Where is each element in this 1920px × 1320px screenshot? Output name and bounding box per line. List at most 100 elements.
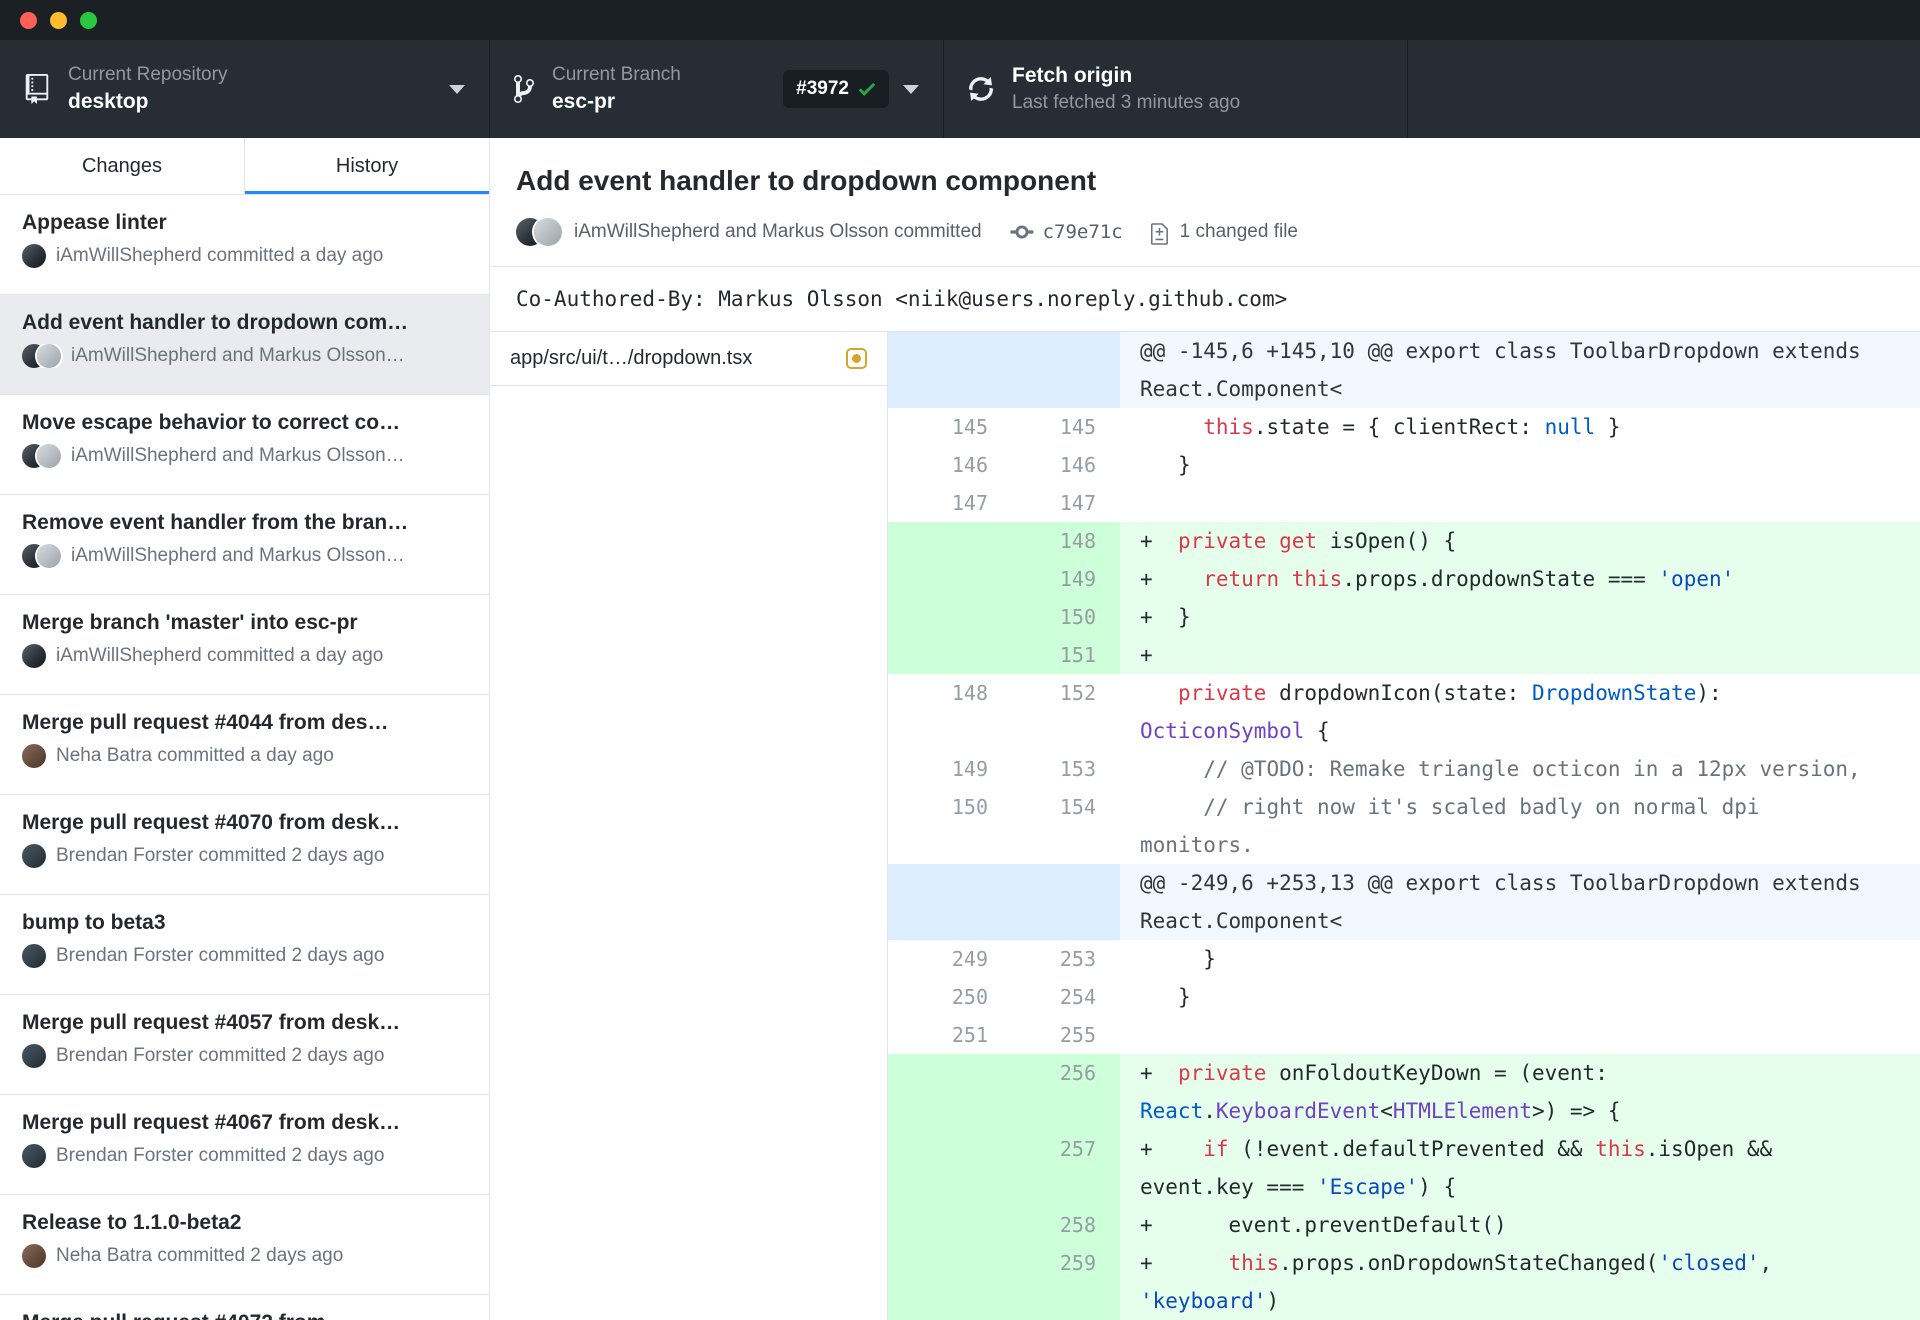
- avatar: [22, 1244, 46, 1268]
- line-number-new: 254: [1059, 985, 1096, 1009]
- line-number-old: [888, 636, 1008, 674]
- commit-item-byline-text: Brendan Forster committed 2 days ago: [56, 845, 385, 866]
- changed-files-panel: app/src/ui/t…/dropdown.tsx: [490, 332, 888, 1320]
- author-avatars: [22, 644, 46, 668]
- commit-item-title: Merge pull request #4070 from desk…: [22, 811, 401, 834]
- author-avatars: [22, 1244, 46, 1268]
- diff-code: + if (!event.defaultPrevented && this.is…: [1120, 1130, 1920, 1206]
- close-button[interactable]: [20, 11, 37, 29]
- diff-code: private dropdownIcon(state: DropdownStat…: [1140, 681, 1735, 743]
- avatar: [37, 544, 61, 568]
- diff-code: }: [1152, 947, 1216, 971]
- commit-list-item[interactable]: Appease linter iAmWillShepherd committed …: [0, 195, 489, 295]
- author-avatars: [22, 944, 46, 968]
- line-number-old: 149: [951, 757, 988, 781]
- diff-line: 257 + if (!event.defaultPrevented && this…: [888, 1130, 1920, 1206]
- avatar: [22, 1144, 46, 1168]
- commit-list-item[interactable]: Merge branch 'master' into esc-pr iAmWill…: [0, 595, 489, 695]
- tab-changes[interactable]: Changes: [0, 138, 244, 194]
- minimize-button[interactable]: [50, 11, 67, 29]
- line-number-new: 148: [1008, 522, 1120, 560]
- commit-list-item[interactable]: Merge pull request #4070 from desk… Brend…: [0, 795, 489, 895]
- commit-item-title: Remove event handler from the bran…: [22, 511, 409, 534]
- diff-code: +: [1120, 636, 1920, 674]
- commit-list-item[interactable]: Remove event handler from the bran… iAmWi…: [0, 495, 489, 595]
- avatar: [22, 244, 46, 268]
- diff-code: + private onFoldoutKeyDown = (event: Rea…: [1120, 1054, 1920, 1130]
- diff-line: 149 153 // @TODO: Remake triangle octicon…: [888, 750, 1920, 788]
- check-icon: [858, 82, 876, 96]
- author-avatars: [22, 844, 46, 868]
- line-number-new: [1008, 864, 1120, 940]
- line-number-old: [888, 1206, 1008, 1244]
- commit-list-item[interactable]: Merge pull request #4067 from desk… Brend…: [0, 1095, 489, 1195]
- diff-line: 149 + return this.props.dropdownState ===…: [888, 560, 1920, 598]
- commit-item-byline: iAmWillShepherd and Markus Olsson…: [22, 544, 465, 568]
- diff-code: [1120, 1016, 1920, 1054]
- commit-item-byline: Brendan Forster committed 2 days ago: [22, 1044, 465, 1068]
- pr-number: #3972: [796, 78, 849, 99]
- zoom-button[interactable]: [80, 11, 97, 29]
- diff-line: 150 154 // right now it's scaled badly on…: [888, 788, 1920, 864]
- line-number-old: 250: [951, 985, 988, 1009]
- repository-name: desktop: [68, 90, 149, 113]
- commit-item-byline: Brendan Forster committed 2 days ago: [22, 844, 465, 868]
- diff-view[interactable]: @@ -145,6 +145,10 @@ export class Toolba…: [888, 332, 1920, 1320]
- line-number-old: [888, 332, 1008, 408]
- commit-list-item[interactable]: Add event handler to dropdown com… iAmWil…: [0, 295, 489, 395]
- line-number-new: [1008, 332, 1120, 408]
- commit-item-title: Add event handler to dropdown com…: [22, 311, 409, 334]
- line-number-old: 145: [951, 415, 988, 439]
- diff-code: + }: [1120, 598, 1920, 636]
- commit-item-byline: Brendan Forster committed 2 days ago: [22, 1144, 465, 1168]
- commit-list-item[interactable]: Move escape behavior to correct co… iAmWi…: [0, 395, 489, 495]
- commit-item-title: Merge pull request #4057 from desk…: [22, 1011, 401, 1034]
- commit-list-item[interactable]: Merge pull request #4072 from…: [0, 1295, 489, 1320]
- commit-item-title: Merge pull request #4072 from…: [22, 1310, 465, 1320]
- commit-item-byline-text: Brendan Forster committed 2 days ago: [56, 1045, 385, 1066]
- commit-detail-pane: Add event handler to dropdown component …: [490, 138, 1920, 1320]
- diff-code: + this.props.onDropdownStateChanged('clo…: [1120, 1244, 1920, 1320]
- diff-line: 146 146 }: [888, 446, 1920, 484]
- commit-history-list[interactable]: Appease linter iAmWillShepherd committed …: [0, 195, 489, 1320]
- commit-item-title: Merge branch 'master' into esc-pr: [22, 611, 358, 634]
- commit-list-item[interactable]: Merge pull request #4057 from desk… Brend…: [0, 995, 489, 1095]
- github-desktop-window: Current Repository desktop Current Branc…: [0, 0, 1920, 1320]
- line-number-new: 253: [1059, 947, 1096, 971]
- diff-code: + private get isOpen() {: [1120, 522, 1920, 560]
- line-number-new: 255: [1059, 1023, 1096, 1047]
- line-number-old: [888, 522, 1008, 560]
- author-avatars: [516, 218, 562, 246]
- repository-label: Current Repository: [68, 64, 228, 85]
- line-number-new: 152: [1059, 681, 1096, 705]
- line-number-new: 259: [1008, 1244, 1120, 1320]
- line-number-old: 249: [951, 947, 988, 971]
- commit-list-item[interactable]: Release to 1.1.0-beta2 Neha Batra committ…: [0, 1195, 489, 1295]
- fetch-origin-button[interactable]: Fetch origin Last fetched 3 minutes ago: [944, 40, 1408, 138]
- repository-picker[interactable]: Current Repository desktop: [0, 40, 490, 138]
- commit-list-item[interactable]: bump to beta3 Brendan Forster committed 2…: [0, 895, 489, 995]
- tab-history[interactable]: History: [244, 138, 489, 194]
- commit-list-item[interactable]: Merge pull request #4044 from des… Neha B…: [0, 695, 489, 795]
- pr-status-badge[interactable]: #3972: [783, 70, 889, 108]
- commit-sha: c79e71c: [1042, 221, 1123, 243]
- line-number-new: 154: [1059, 795, 1096, 819]
- avatar: [22, 944, 46, 968]
- commit-item-byline-text: iAmWillShepherd committed a day ago: [56, 245, 384, 266]
- file-list-item[interactable]: app/src/ui/t…/dropdown.tsx: [490, 332, 887, 386]
- line-number-old: [888, 598, 1008, 636]
- hunk-header: @@ -145,6 +145,10 @@ export class Toolba…: [1120, 332, 1920, 408]
- commit-item-title: Merge pull request #4044 from des…: [22, 711, 389, 734]
- commit-item-byline: iAmWillShepherd and Markus Olsson…: [22, 444, 465, 468]
- avatar: [37, 344, 61, 368]
- diff-line: 250 254 }: [888, 978, 1920, 1016]
- line-number-new: 256: [1008, 1054, 1120, 1130]
- author-avatars: [22, 744, 46, 768]
- diff-code: this.state = { clientRect: null }: [1203, 415, 1621, 439]
- avatar: [22, 1044, 46, 1068]
- branch-picker[interactable]: Current Branch esc-pr #3972: [490, 40, 944, 138]
- commit-item-byline-text: Brendan Forster committed 2 days ago: [56, 1145, 385, 1166]
- author-avatars: [22, 244, 46, 268]
- toolbar: Current Repository desktop Current Branc…: [0, 40, 1920, 138]
- fetch-subtitle: Last fetched 3 minutes ago: [1012, 92, 1241, 113]
